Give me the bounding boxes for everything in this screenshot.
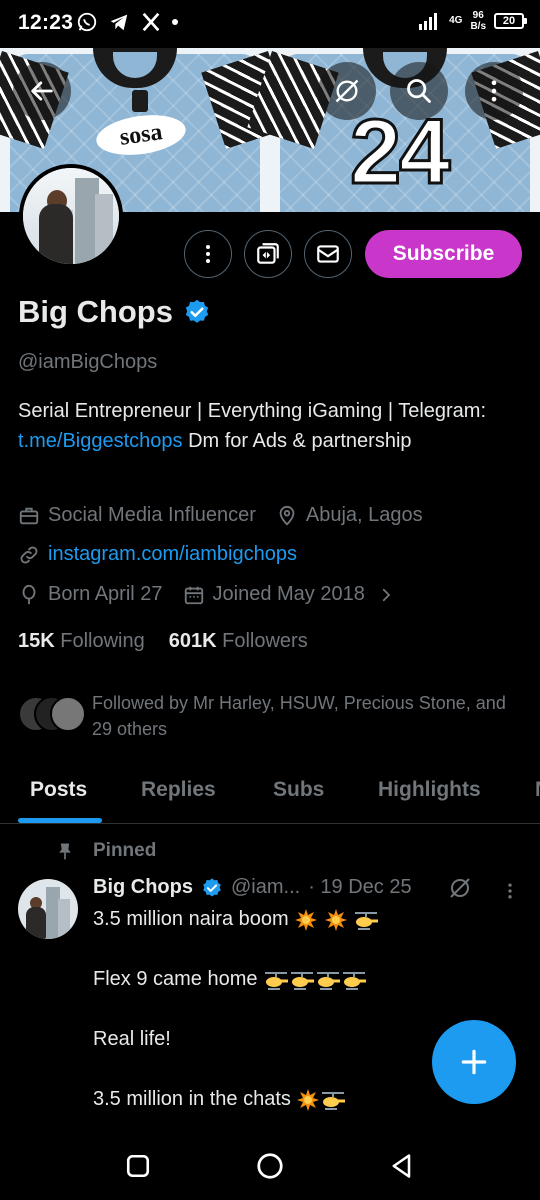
helicopter-emoji <box>265 971 289 990</box>
followed-by-text: Followed by Mr Harley, HSUW, Precious St… <box>92 693 506 739</box>
back-button[interactable] <box>13 62 71 120</box>
display-name: Big Chops <box>18 294 173 329</box>
boom-emoji <box>297 1088 320 1111</box>
status-bar: 12:23 4G 96 B/s 20 <box>0 0 540 48</box>
recents-button[interactable] <box>120 1148 156 1184</box>
profile-name-row: Big Chops <box>18 294 211 330</box>
search-button[interactable] <box>390 62 448 120</box>
grok-icon <box>335 79 359 103</box>
followed-by-row[interactable]: Followed by Mr Harley, HSUW, Precious St… <box>18 690 512 742</box>
calendar-icon <box>184 586 203 604</box>
home-button[interactable] <box>252 1148 288 1184</box>
verified-badge-icon[interactable] <box>183 298 211 326</box>
whatsapp-icon <box>77 12 97 32</box>
active-tab-indicator <box>18 818 102 823</box>
profile-bio: Serial Entrepreneur | Everything iGaming… <box>18 400 487 452</box>
helicopter-emoji <box>322 1091 346 1110</box>
grok-icon <box>450 878 470 898</box>
tab-subs[interactable]: Subs <box>273 778 324 802</box>
notification-dot <box>172 19 178 25</box>
pin-icon <box>59 843 71 860</box>
post-date[interactable]: · 19 Dec 25 <box>308 876 411 899</box>
link-icon <box>20 546 38 563</box>
telegram-link[interactable]: t.me/Biggestchops <box>18 430 183 452</box>
x-logo-icon <box>142 12 160 32</box>
post-author-name[interactable]: Big Chops <box>93 876 193 899</box>
followers-link[interactable]: 601K Followers <box>169 630 308 653</box>
birthday: Born April 27 <box>48 583 163 605</box>
more-vertical-icon <box>508 883 512 899</box>
tab-highlights[interactable]: Highlights <box>378 778 481 802</box>
following-link[interactable]: 15K Following <box>18 630 145 653</box>
club-badge <box>132 90 148 112</box>
balloon-icon <box>22 584 36 604</box>
pinned-indicator: Pinned <box>55 840 156 862</box>
location-icon <box>279 505 295 526</box>
compose-post-button[interactable] <box>432 1020 516 1104</box>
profile-avatar[interactable] <box>19 164 123 268</box>
follow-stats: 15K Following 601K Followers <box>18 630 308 653</box>
profile-tabs: Posts Replies Subs Highlights M <box>0 760 540 824</box>
briefcase-icon <box>19 507 39 524</box>
grok-button[interactable] <box>318 62 376 120</box>
subscribe-button[interactable]: Subscribe <box>365 230 522 278</box>
post-author-handle: @iam... <box>231 876 301 898</box>
verified-badge-icon <box>203 877 221 897</box>
network-speed: 96 B/s <box>470 10 486 32</box>
system-icons: 4G 96 B/s 20 <box>419 10 527 32</box>
tab-replies[interactable]: Replies <box>141 778 216 802</box>
helicopter-emoji <box>291 971 315 990</box>
network-type: 4G <box>449 15 463 26</box>
search-icon <box>407 79 431 103</box>
joined-date: Joined May 2018 <box>212 583 365 605</box>
helicopter-emoji <box>355 911 379 930</box>
profile-meta-row: Social Media Influencer Abuja, Lagos <box>18 504 423 527</box>
post-header: Big Chops @iam... · 19 Dec 25 <box>93 876 412 899</box>
tab-media[interactable]: M <box>535 778 540 802</box>
spaces-icon <box>257 243 279 264</box>
more-vertical-icon <box>206 245 210 263</box>
profile-more-button[interactable] <box>184 230 232 278</box>
boom-emoji <box>324 908 347 931</box>
profile-dates-row: Born April 27 Joined May 2018 <box>18 583 405 606</box>
spaces-button[interactable] <box>244 230 292 278</box>
recents-icon <box>126 1154 150 1178</box>
jersey-sponsor: sosa <box>93 109 189 161</box>
website-link[interactable]: instagram.com/iambigchops <box>48 543 297 566</box>
tab-posts[interactable]: Posts <box>30 778 87 802</box>
status-time: 12:23 <box>18 11 74 34</box>
more-vertical-icon <box>491 80 497 102</box>
profession: Social Media Influencer <box>48 504 256 526</box>
post-grok-button[interactable] <box>448 876 472 905</box>
plus-icon <box>461 1049 487 1075</box>
boom-emoji <box>295 908 318 931</box>
android-navigation-bar <box>0 1128 540 1200</box>
post-text[interactable]: 3.5 million naira boom Flex 9 came home … <box>93 904 513 1144</box>
profile-handle: @iamBigChops <box>18 351 158 373</box>
follower-avatars <box>18 696 86 732</box>
signal-icon <box>419 13 438 30</box>
post-author-avatar[interactable] <box>18 879 78 939</box>
helicopter-emoji <box>343 971 367 990</box>
expand-details-button[interactable] <box>375 584 397 606</box>
profile-website-row: instagram.com/iambigchops <box>18 543 297 566</box>
more-options-button[interactable] <box>465 62 523 120</box>
chevron-right-icon <box>382 588 391 601</box>
telegram-icon <box>110 14 128 31</box>
post-more-button[interactable] <box>500 880 520 907</box>
back-arrow-icon <box>31 81 53 101</box>
home-icon <box>257 1153 283 1179</box>
battery-icon: 20 <box>494 13 527 29</box>
message-icon <box>317 245 339 263</box>
back-icon <box>392 1154 411 1178</box>
notification-icons <box>76 11 178 33</box>
location: Abuja, Lagos <box>305 504 423 526</box>
message-button[interactable] <box>304 230 352 278</box>
system-back-button[interactable] <box>384 1148 420 1184</box>
helicopter-emoji <box>317 971 341 990</box>
